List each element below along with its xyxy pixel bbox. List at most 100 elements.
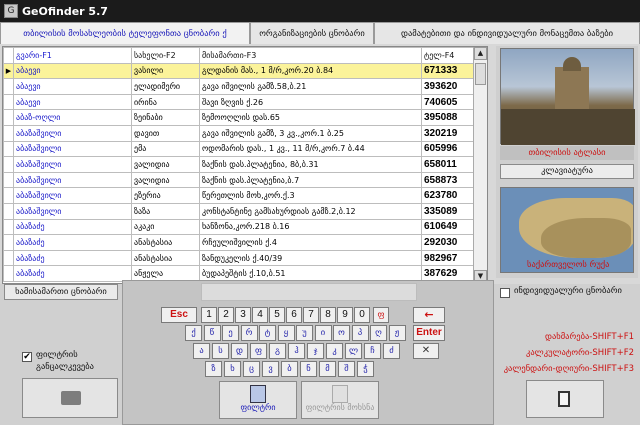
key-letter[interactable]: ხ [224, 361, 241, 377]
key-letter[interactable]: ჯ [307, 343, 324, 359]
key-extra[interactable]: ფ [373, 307, 389, 323]
keyboard-button[interactable]: კლავიატურა [500, 164, 634, 179]
key-1[interactable]: 1 [201, 307, 217, 323]
cell-surname[interactable]: აბაევი [13, 62, 132, 80]
key-8[interactable]: 8 [320, 307, 336, 323]
key-letter[interactable]: ც [243, 361, 260, 377]
tab-residential[interactable]: თბილისის მოსახლეობის ტელეფონთა ცნობარი ქ [0, 22, 250, 44]
cell-surname[interactable]: აბაზაშვილი [13, 156, 132, 173]
filter-button[interactable]: ფილტრი [219, 381, 297, 419]
key-letter[interactable]: ჟ [388, 325, 406, 341]
cell-surname[interactable]: აბაევი [13, 78, 132, 95]
key-letter[interactable]: ძ [383, 343, 400, 359]
key-2[interactable]: 2 [218, 307, 234, 323]
tab-additional-databases[interactable]: დამატებითი და ინდივიდუალური მონაცემთა ბა… [374, 22, 640, 44]
cell-surname[interactable]: აბაზაძე [13, 265, 132, 282]
cell-name[interactable]: ვასილი [131, 62, 200, 80]
cell-address[interactable]: ხანზონა,კორ.218 ბ.16 [199, 218, 422, 236]
cell-address[interactable]: გლდანის მას., 1 მ/რ,კორ.20 ბ.84 [199, 62, 422, 80]
cell-address[interactable]: კონსტანტინე გამსახურდიას გამზ.2,ბ.12 [199, 202, 422, 220]
results-grid[interactable]: გვარი-F1 სახელი-F2 მისამართი-F3 ტელ-F4 ▶… [2, 46, 488, 284]
cell-surname[interactable]: აბაზაშვილი [13, 187, 132, 204]
cell-address[interactable]: ოდომარის დას., 1 კვ., 11 მ/რ,კორ.7 ბ.44 [199, 140, 422, 158]
cell-address[interactable]: გავა იშვილის გამზ.58,ბ.21 [199, 78, 422, 95]
table-row[interactable]: აბაევი ირინა შავი ზღვის ქ.26 740605 [3, 93, 476, 111]
filter-separate-checkbox[interactable]: ✔ [22, 352, 32, 362]
tab-organizations[interactable]: ორგანიზაციების ცნობარი [250, 22, 374, 44]
key-4[interactable]: 4 [252, 307, 268, 323]
table-row[interactable]: აბაზაძე აკაკი ხანზონა,კორ.218 ბ.16 610649 [3, 218, 476, 236]
cell-name[interactable]: ვალიდია [131, 171, 200, 189]
cell-address[interactable]: წერეთლის მოხ,კორ.ქ.3 [199, 187, 422, 204]
cell-name[interactable]: ეზერია [131, 187, 200, 204]
key-letter[interactable]: ვ [262, 361, 279, 377]
cell-surname[interactable]: აბაზაშვილი [13, 140, 132, 158]
key-letter[interactable]: კ [326, 343, 343, 359]
cell-name[interactable]: ანასტასია [131, 234, 200, 251]
table-row[interactable]: აბაზაშვილი ვალიდია ზაქნის დას.პლატენია,ბ.7… [3, 171, 476, 189]
key-letter[interactable]: ბ [281, 361, 298, 377]
cell-name[interactable]: დავით [131, 124, 200, 142]
cell-name[interactable]: აკაკი [131, 218, 200, 236]
hotkey-calculator[interactable]: კალკულატორი-SHIFT+F2 [526, 348, 634, 358]
key-letter[interactable]: ტ [259, 325, 276, 341]
grid-scrollbar[interactable]: ▲ ▼ [473, 47, 487, 283]
table-row[interactable]: აბაზაძე ანასტასია რჩეულიშვილის ქ.4 292030 [3, 234, 476, 251]
cell-phone[interactable]: 335089 [421, 202, 476, 220]
table-row[interactable]: ▶ აბაევი ვასილი გლდანის მას., 1 მ/რ,კორ.20 … [3, 62, 476, 80]
key-letter[interactable]: შ [338, 361, 355, 377]
key-6[interactable]: 6 [286, 307, 302, 323]
cell-surname[interactable]: აბაევი [13, 93, 132, 111]
key-0[interactable]: 0 [354, 307, 370, 323]
cell-name[interactable]: ანასტასია [131, 249, 200, 267]
cell-surname[interactable]: აბაზაძე [13, 234, 132, 251]
cell-name[interactable]: ვალიდია [131, 156, 200, 173]
key-letter[interactable]: ქ [185, 325, 202, 341]
filter-clear-button[interactable]: ფილტრის მოხსნა [301, 381, 379, 419]
cell-address[interactable]: შავი ზღვის ქ.26 [199, 93, 422, 111]
table-row[interactable]: აბაზაშვილი დავით გავა იშვილის გამზ, 3 კვ.,… [3, 124, 476, 142]
col-header-name[interactable]: სახელი-F2 [131, 47, 200, 64]
georgia-map-image[interactable]: საქართველოს რუქა [500, 187, 634, 273]
cell-phone[interactable]: 658011 [421, 156, 476, 173]
cell-address[interactable]: ზაქნის დას.პლატენია,ბ.7 [199, 171, 422, 189]
key-7[interactable]: 7 [303, 307, 319, 323]
key-letter[interactable]: ს [212, 343, 229, 359]
table-row[interactable]: აბაზ-ოღლი ზეინაბი ზემოოღლის დას.65 395088 [3, 109, 476, 126]
tbilisi-atlas-caption[interactable]: თბილისის ატლასი [500, 146, 634, 160]
key-enter[interactable]: Enter [413, 325, 445, 341]
print-button[interactable] [22, 378, 118, 418]
cell-address[interactable]: ზემოოღლის დას.65 [199, 109, 422, 126]
col-header-address[interactable]: მისამართი-F3 [199, 47, 422, 64]
cell-phone[interactable]: 671333 [421, 62, 476, 80]
table-row[interactable]: აბაზაშვილი ზაზა კონსტანტინე გამსახურდიას გ… [3, 202, 476, 220]
cell-phone[interactable]: 395088 [421, 109, 476, 126]
key-esc[interactable]: Esc [161, 307, 197, 323]
cell-phone[interactable]: 982967 [421, 249, 476, 267]
cell-surname[interactable]: აბაზაშვილი [13, 171, 132, 189]
key-letter[interactable]: უ [296, 325, 313, 341]
table-row[interactable]: აბაევი ელადიმერი გავა იშვილის გამზ.58,ბ.21… [3, 78, 476, 95]
scroll-up-icon[interactable]: ▲ [474, 47, 487, 60]
georgia-map-caption[interactable]: საქართველოს რუქა [527, 260, 609, 270]
key-letter[interactable]: ა [193, 343, 210, 359]
cell-surname[interactable]: აბაზაძე [13, 218, 132, 236]
cell-phone[interactable]: 610649 [421, 218, 476, 236]
cell-phone[interactable]: 320219 [421, 124, 476, 142]
key-9[interactable]: 9 [337, 307, 353, 323]
cell-address[interactable]: გავა იშვილის გამზ, 3 კვ.,კორ.1 ბ.25 [199, 124, 422, 142]
cell-name[interactable]: ემა [131, 140, 200, 158]
hotkey-help[interactable]: დახმარება-SHIFT+F1 [545, 332, 634, 342]
exit-button[interactable] [526, 380, 604, 418]
cell-address[interactable]: ზანდუკელის ქ.40/39 [199, 249, 422, 267]
hotkey-calendar[interactable]: კალენდარი-დღიური-SHIFT+F3 [504, 364, 634, 374]
key-letter[interactable]: ფ [250, 343, 267, 359]
cell-address[interactable]: ზაქნის დას.პლატენია, 8ბ,ბ.31 [199, 156, 422, 173]
key-letter[interactable]: ზ [205, 361, 222, 377]
cell-phone[interactable]: 623780 [421, 187, 476, 204]
cell-name[interactable]: ზაზა [131, 202, 200, 220]
key-letter[interactable]: ო [333, 325, 350, 341]
scroll-thumb[interactable] [475, 63, 486, 85]
cell-name[interactable]: ირინა [131, 93, 200, 111]
cell-surname[interactable]: აბაზაძე [13, 249, 132, 267]
